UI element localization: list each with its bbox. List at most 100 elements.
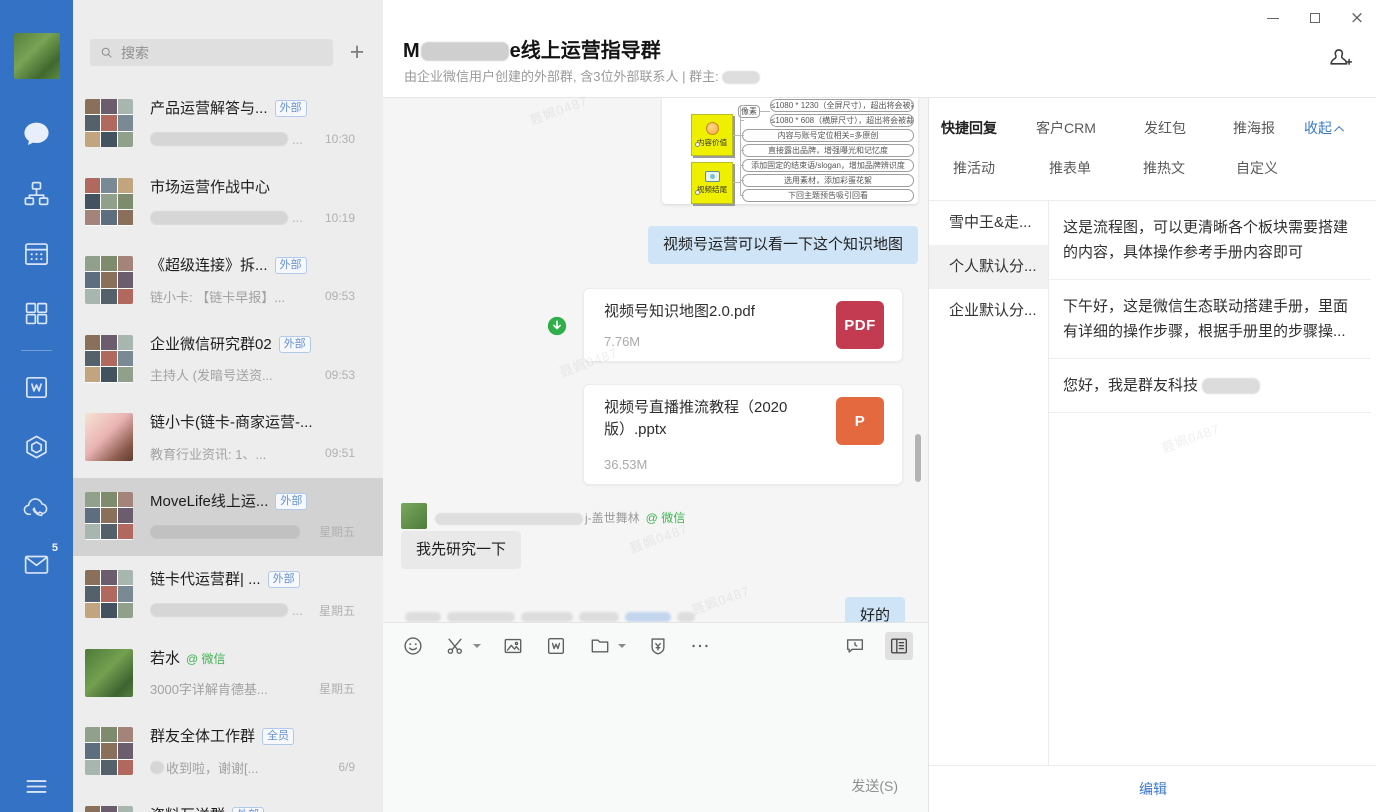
side-tab[interactable]: 推热文 (1143, 158, 1185, 178)
toolbar-red-packet-icon[interactable] (644, 632, 672, 660)
group-avatar (85, 335, 133, 383)
badge-external: 外部 (268, 571, 300, 588)
side-tab[interactable]: 推活动 (953, 158, 995, 178)
toolbar-more-icon[interactable] (686, 632, 714, 660)
rail-menu-icon[interactable] (22, 772, 51, 801)
mindmap-topic-node: 内容价值 (691, 114, 733, 156)
toolbar-chat-history-icon[interactable] (841, 632, 869, 660)
file-type-icon: P (836, 397, 884, 445)
mindmap-branch: ≤1080 * 1230（全屏尺寸），超出将会被裁剪 (770, 99, 914, 112)
file-size: 7.76M (604, 334, 640, 349)
chat-time: 6/9 (338, 760, 355, 774)
chat-title-text: 若水 (150, 650, 180, 667)
side-tab[interactable]: 快捷回复 (941, 118, 997, 138)
close-button[interactable]: × (1343, 6, 1371, 30)
rail-contacts-icon[interactable] (22, 179, 51, 208)
chick-icon (706, 122, 719, 135)
mindmap-branch: ≤1080 * 608（横屏尺寸），超出将会被裁剪 (770, 114, 914, 127)
chat-preview: ... (150, 603, 311, 618)
header-divider (383, 97, 1376, 98)
mindmap-branch: 直接露出品牌，增强曝光和记忆度 (742, 144, 914, 157)
chat-list-item[interactable]: 资料互送群外部 (73, 792, 383, 812)
chat-scrollbar-thumb[interactable] (915, 434, 921, 482)
edit-button[interactable]: 编辑 (1139, 779, 1167, 799)
chat-time: 09:53 (325, 368, 355, 382)
chat-list-item[interactable]: 产品运营解答与...外部...10:30 (73, 85, 383, 163)
group-avatar (85, 727, 133, 775)
minimize-button[interactable] (1259, 6, 1287, 30)
chat-list-item[interactable]: 链卡代运营群| ...外部...星期五 (73, 556, 383, 634)
rail-divider (21, 350, 52, 351)
maximize-button[interactable] (1301, 6, 1329, 30)
chat-list-item[interactable]: 企业微信研究群02外部主持人 (发暗号送资...09:53 (73, 321, 383, 399)
reply-category[interactable]: 个人默认分... (929, 245, 1048, 289)
rail-mail-icon[interactable]: 5 (22, 549, 51, 578)
side-tab[interactable]: 自定义 (1236, 158, 1278, 178)
chat-preview: 教育行业资讯: 1、... (150, 444, 317, 463)
chat-list-item[interactable]: 市场运营作战中心...10:19 (73, 164, 383, 242)
chat-title-text: 《超级连接》拆... (150, 257, 268, 274)
reply-category[interactable]: 雪中王&走... (929, 201, 1048, 245)
file-message-card[interactable]: 视频号知识地图2.0.pdf7.76MPDF (583, 288, 903, 362)
mindmap-branch: 下回主题预告吸引回看 (742, 189, 914, 202)
toolbar-doc-icon[interactable] (542, 632, 570, 660)
chat-title-text: 链小卡(链卡-商家运营-... (150, 414, 313, 431)
rail-calendar-icon[interactable] (22, 239, 51, 268)
chat-main: Me线上运营指导群 由企业微信用户创建的外部群, 含3位外部联系人 | 群主: … (383, 0, 928, 812)
add-member-icon[interactable] (1326, 42, 1354, 70)
chat-time: 09:51 (325, 446, 355, 460)
chat-title-text: 企业微信研究群02 (150, 336, 272, 353)
reply-category[interactable]: 企业默认分... (929, 289, 1048, 333)
rail-workbench-icon[interactable] (22, 299, 51, 328)
search-icon (99, 45, 114, 60)
side-tab[interactable]: 推表单 (1049, 158, 1091, 178)
rail-meeting-icon[interactable] (22, 493, 51, 522)
wechat-tag: @ 微信 (646, 509, 686, 526)
rail-docs-icon[interactable] (22, 373, 51, 402)
send-button[interactable]: 发送(S) (851, 776, 898, 796)
rail-apps-icon[interactable] (22, 433, 51, 462)
chat-list-item[interactable]: 链小卡(链卡-商家运营-... 教育行业资讯: 1、... 09:51 (73, 399, 383, 477)
chat-list-item[interactable]: 群友全体工作群全员收到啦，谢谢[...6/9 (73, 713, 383, 791)
side-panel-footer: 编辑 (929, 765, 1376, 812)
chevron-down-icon[interactable] (473, 644, 481, 648)
quick-reply-item[interactable]: 您好，我是群友科技 (1049, 359, 1371, 413)
chat-list-item[interactable]: MoveLife线上运...外部星期五 (73, 478, 383, 556)
toolbar-image-icon[interactable] (499, 632, 527, 660)
chat-preview: 收到啦，谢谢[... (150, 758, 330, 777)
sent-message-bubble: 视频号运营可以看一下这个知识地图 (648, 226, 918, 264)
toolbar-emoji-icon[interactable] (399, 632, 427, 660)
collapse-button[interactable]: 收起 (1304, 118, 1344, 138)
toolbar-panel-toggle-icon[interactable] (885, 632, 913, 660)
toolbar-folder-icon[interactable] (586, 632, 614, 660)
user-avatar[interactable] (14, 33, 60, 79)
incoming-avatar[interactable] (401, 503, 427, 529)
chat-title-text: 链卡代运营群| ... (150, 571, 261, 588)
side-tab[interactable]: 推海报 (1233, 118, 1275, 138)
chevron-down-icon[interactable] (618, 644, 626, 648)
chat-time: 09:53 (325, 289, 355, 303)
chat-title-text: 产品运营解答与... (150, 100, 268, 117)
badge-external: 外部 (275, 257, 307, 274)
new-chat-button[interactable]: + (341, 37, 373, 67)
rail-chat-icon[interactable] (22, 119, 51, 148)
chat-list-pane: 搜索 + 产品运营解答与...外部...10:30市场运营作战中心...10:1… (73, 0, 383, 812)
quick-reply-item[interactable]: 这是流程图，可以更清晰各个板块需要搭建的内容，具体操作参考手册内容即可 (1049, 201, 1371, 280)
chat-list-item[interactable]: 《超级连接》拆... 外部链小卡: 【链卡早报】... 09:53 (73, 242, 383, 320)
search-input[interactable]: 搜索 (90, 39, 333, 66)
chat-list-item[interactable]: 若水@ 微信3000字详解肯德基...星期五 (73, 635, 383, 713)
chat-title-text: MoveLife线上运... (150, 493, 268, 510)
chat-preview: 主持人 (发暗号送资... (150, 365, 317, 384)
toolbar-screenshot-icon[interactable] (441, 632, 469, 660)
chat-subtitle: 由企业微信用户创建的外部群, 含3位外部联系人 | 群主: (404, 66, 760, 85)
file-message-card[interactable]: 视频号直播推流教程（2020版）.pptx36.53MP (583, 384, 903, 485)
mindmap-image-message[interactable]: ≤1080 * 1230（全屏尺寸），超出将会被裁剪 ≤1080 * 608（横屏… (662, 98, 918, 204)
contact-avatar (85, 649, 133, 697)
quick-reply-item[interactable]: 下午好，这是微信生态联动搭建手册，里面有详细的操作步骤，根据手册里的步骤操... (1049, 280, 1371, 359)
chat-title-text: 市场运营作战中心 (150, 179, 270, 196)
side-tab[interactable]: 客户CRM (1036, 118, 1096, 138)
message-input-area[interactable]: 发送(S) (383, 622, 928, 812)
chat-preview: 链小卡: 【链卡早报】... (150, 287, 317, 306)
side-tab[interactable]: 发红包 (1144, 118, 1186, 138)
chat-preview: ... (150, 132, 317, 147)
